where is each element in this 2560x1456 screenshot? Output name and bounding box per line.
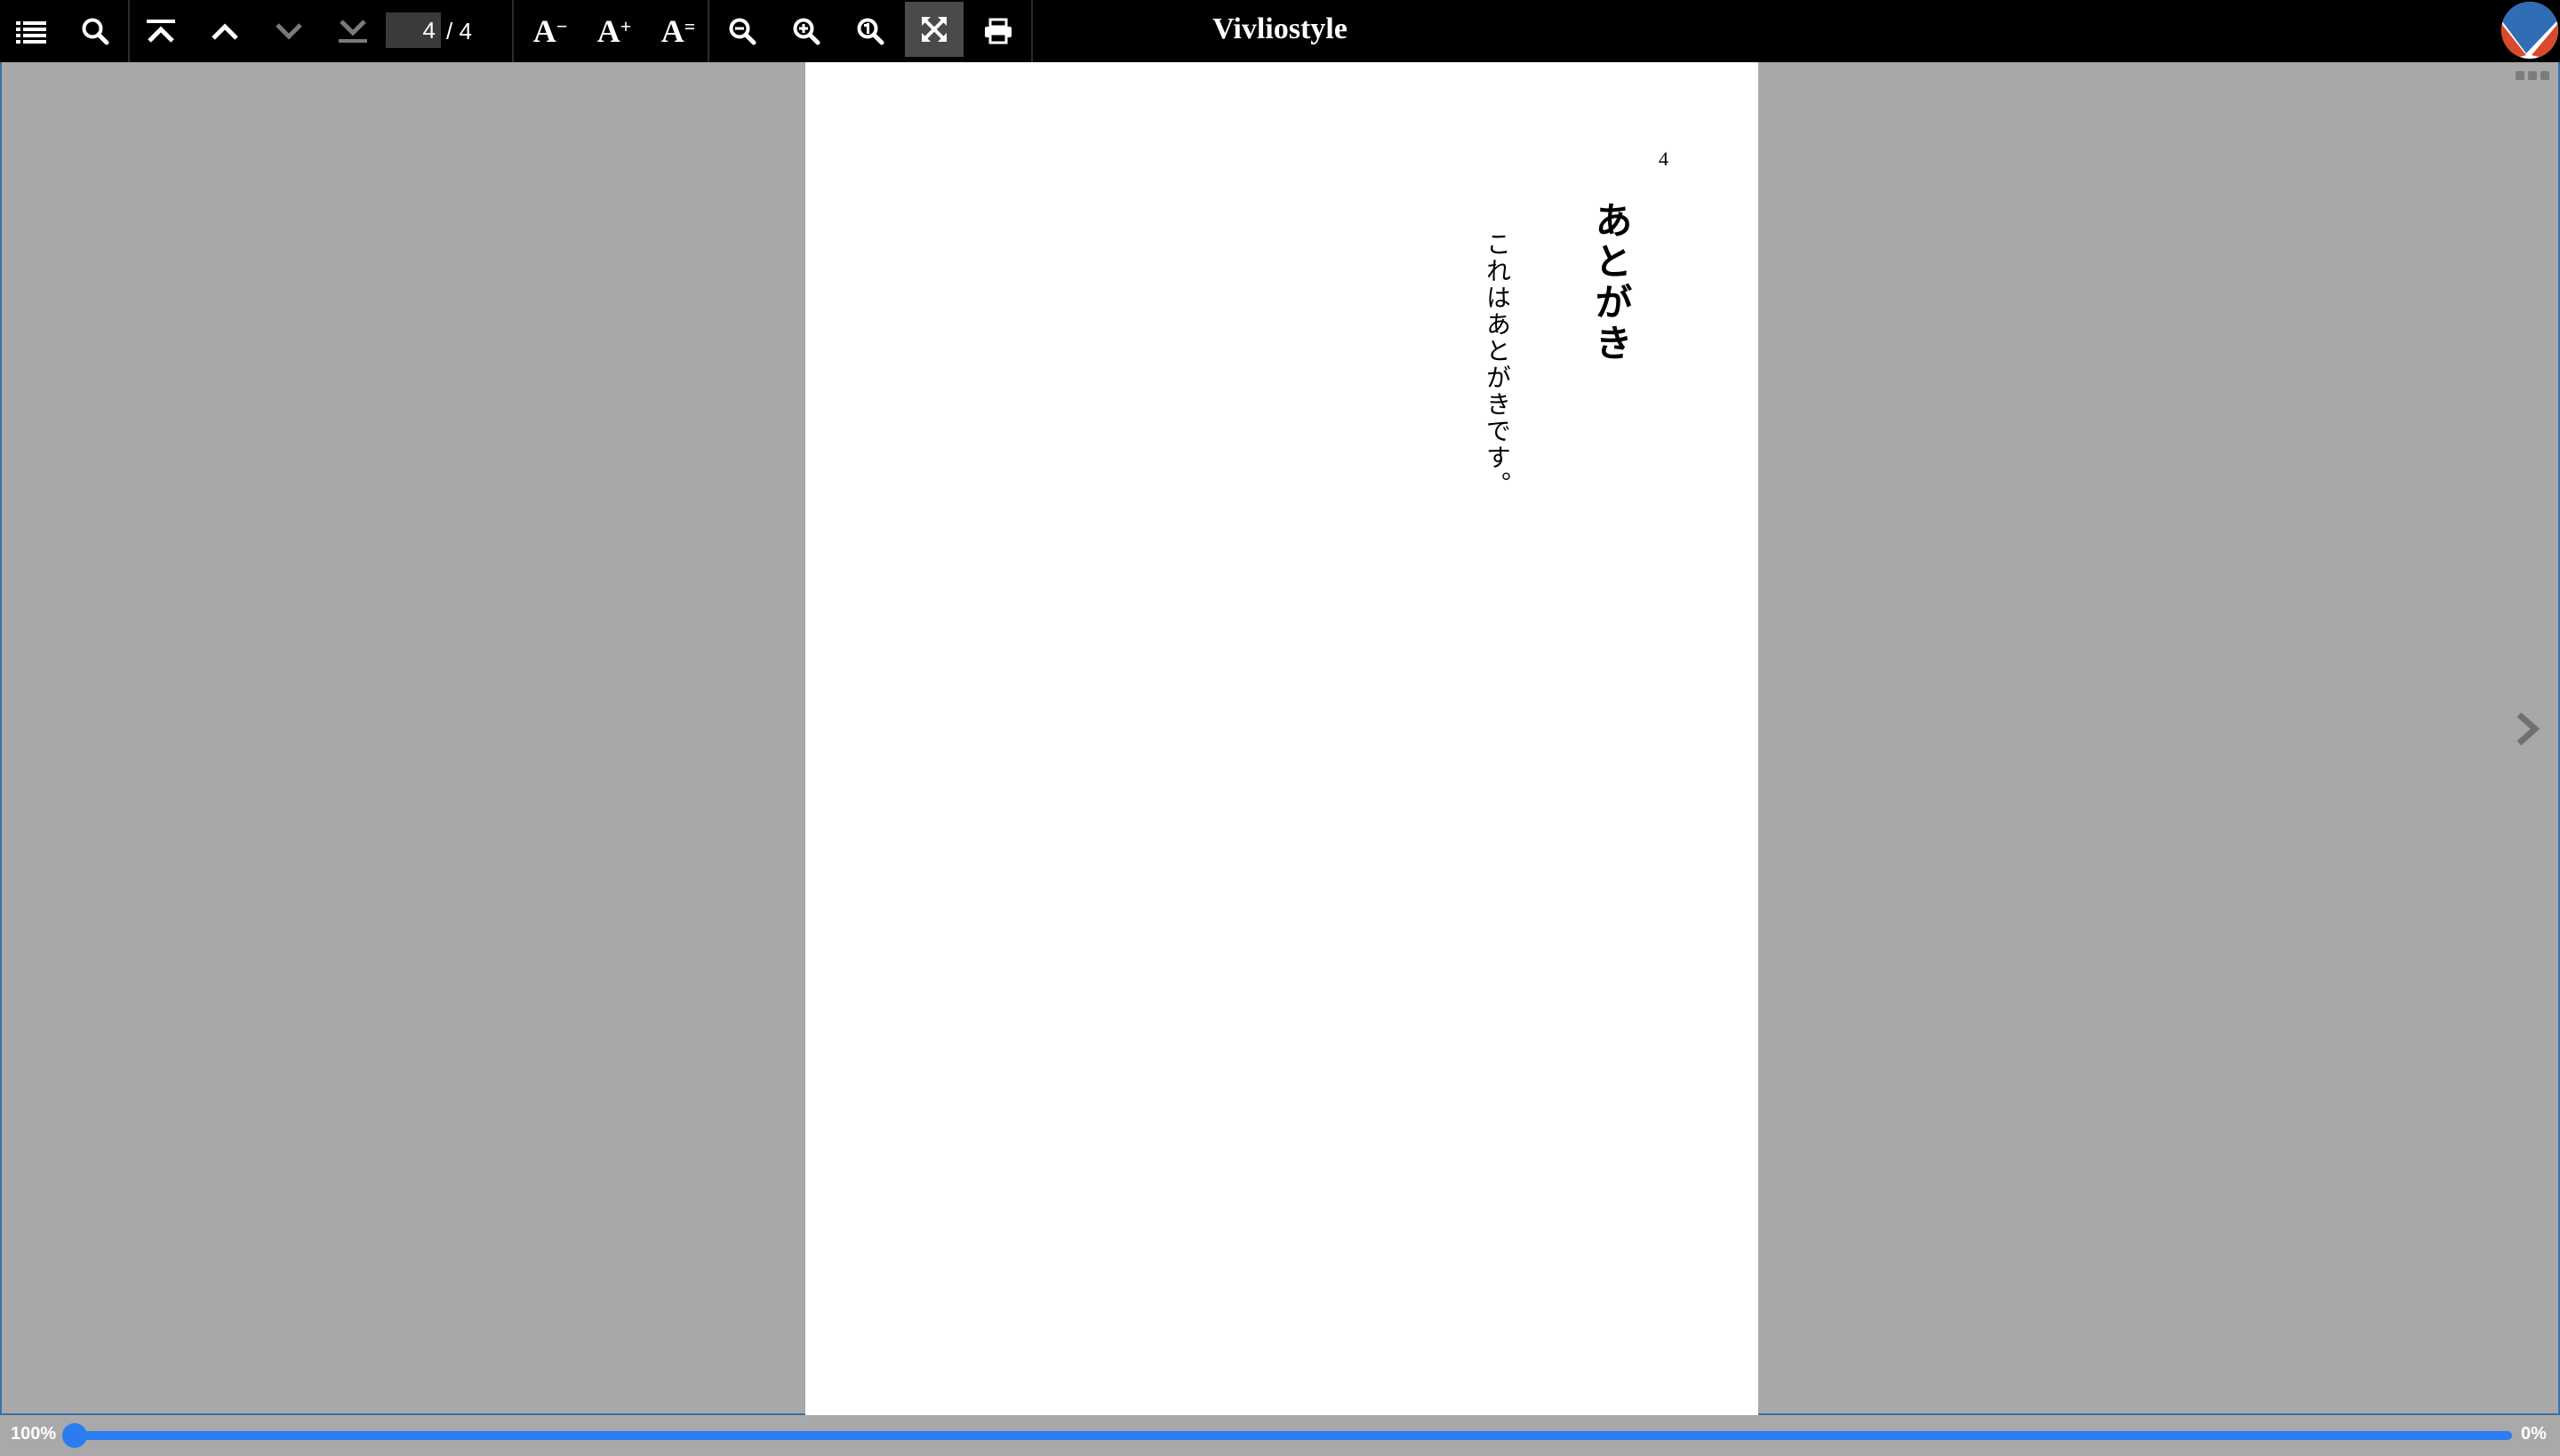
- document-viewer: 4 あとがき これはあとがきです。: [0, 62, 2560, 1415]
- menu-dots-icon[interactable]: [2516, 71, 2549, 80]
- next-page-arrow[interactable]: [2510, 702, 2546, 756]
- vivliostyle-logo: [2500, 0, 2560, 62]
- font-decrease-icon: A−: [532, 13, 568, 49]
- chapter-title: あとがき: [1589, 201, 1633, 364]
- app-title: Vivliostyle: [1212, 12, 1348, 45]
- zoom-actual-icon: [857, 18, 884, 45]
- zoom-in-button[interactable]: [777, 4, 836, 59]
- zoom-label: 100%: [11, 1424, 57, 1444]
- document-page: 4 あとがき これはあとがきです。: [805, 62, 1758, 1415]
- chevron-down-icon: [276, 23, 302, 40]
- last-page-button[interactable]: [324, 4, 382, 59]
- fit-to-screen-button[interactable]: [905, 2, 964, 57]
- zoom-out-button[interactable]: [713, 4, 772, 59]
- bottom-bar: 100% 0%: [0, 1415, 2560, 1456]
- progress-slider-track[interactable]: [71, 1431, 2512, 1440]
- print-icon: [985, 18, 1012, 44]
- zoom-out-icon: [729, 18, 756, 45]
- page-number-input[interactable]: [386, 12, 441, 48]
- search-icon: [82, 18, 109, 45]
- fit-screen-icon: [922, 17, 947, 42]
- next-page-button[interactable]: [260, 4, 318, 59]
- search-button[interactable]: [66, 4, 124, 59]
- chevron-right-icon: [2516, 712, 2540, 746]
- previous-page-button[interactable]: [196, 4, 254, 59]
- list-icon: [16, 21, 46, 44]
- body-paragraph: これはあとがきです。: [1483, 231, 1512, 498]
- table-of-contents-button[interactable]: [2, 4, 60, 59]
- first-page-icon: [147, 20, 175, 43]
- font-reset-icon: A=: [660, 13, 696, 49]
- chevron-up-icon: [212, 23, 238, 40]
- font-size-reset-button[interactable]: A=: [649, 4, 708, 59]
- zoom-actual-size-button[interactable]: [841, 4, 900, 59]
- last-page-icon: [339, 20, 367, 43]
- print-button[interactable]: [969, 4, 1028, 59]
- font-increase-icon: A+: [596, 13, 632, 49]
- first-page-button[interactable]: [132, 4, 190, 59]
- font-size-decrease-button[interactable]: A−: [521, 4, 580, 59]
- page-total-label: / 4: [446, 18, 472, 44]
- page-number: 4: [1659, 148, 1668, 170]
- progress-label: 0%: [2521, 1424, 2547, 1444]
- toolbar: / 4 A− A+ A=: [0, 0, 2560, 62]
- progress-slider-thumb[interactable]: [62, 1423, 87, 1448]
- zoom-in-icon: [793, 18, 820, 45]
- font-size-increase-button[interactable]: A+: [585, 4, 644, 59]
